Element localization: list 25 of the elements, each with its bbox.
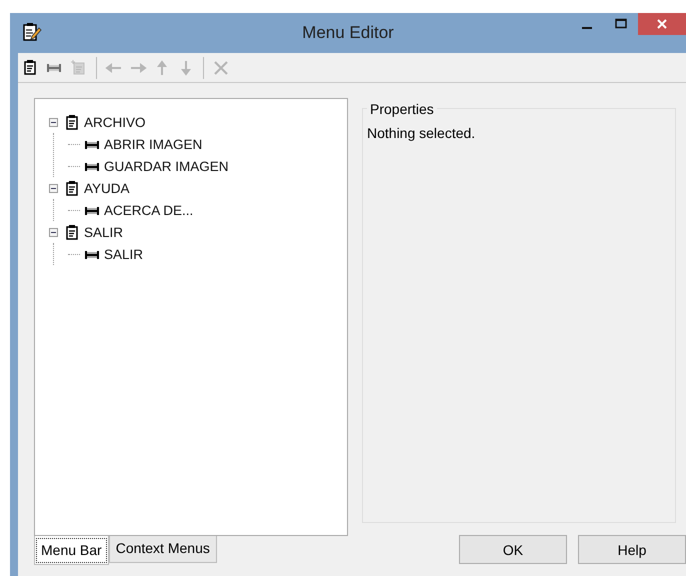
collapse-toggle[interactable] (49, 184, 58, 192)
minimize-icon (582, 26, 592, 28)
tab[interactable]: Context Menus (108, 536, 217, 563)
tree-item[interactable]: ARCHIVO (84, 114, 146, 130)
tree-item[interactable]: ABRIR IMAGEN (104, 136, 202, 152)
collapse-toggle[interactable] (49, 118, 58, 126)
group-title: Properties (367, 101, 437, 117)
status-text: Nothing selected. (367, 125, 476, 141)
tree-item[interactable]: AYUDA (84, 180, 130, 196)
tab[interactable]: Menu Bar (34, 536, 109, 565)
window-title: Menu Editor (301, 23, 395, 43)
notepad-pencil-icon (22, 22, 42, 42)
collapse-toggle[interactable] (49, 228, 58, 236)
dialog-button[interactable]: Help (578, 535, 686, 564)
menu-page-icon (64, 180, 80, 196)
maximize-icon (615, 18, 627, 30)
close-icon (656, 18, 668, 30)
menu-page-icon (64, 114, 80, 130)
tree-item[interactable]: ACERCA DE... (104, 202, 194, 218)
tree-item[interactable]: SALIR (104, 246, 144, 262)
dialog-button[interactable]: OK (459, 535, 567, 564)
tree-item[interactable]: SALIR (84, 224, 124, 240)
menu-page-icon (64, 224, 80, 240)
tree-item[interactable]: GUARDAR IMAGEN (104, 158, 229, 174)
close-button[interactable] (638, 13, 686, 35)
